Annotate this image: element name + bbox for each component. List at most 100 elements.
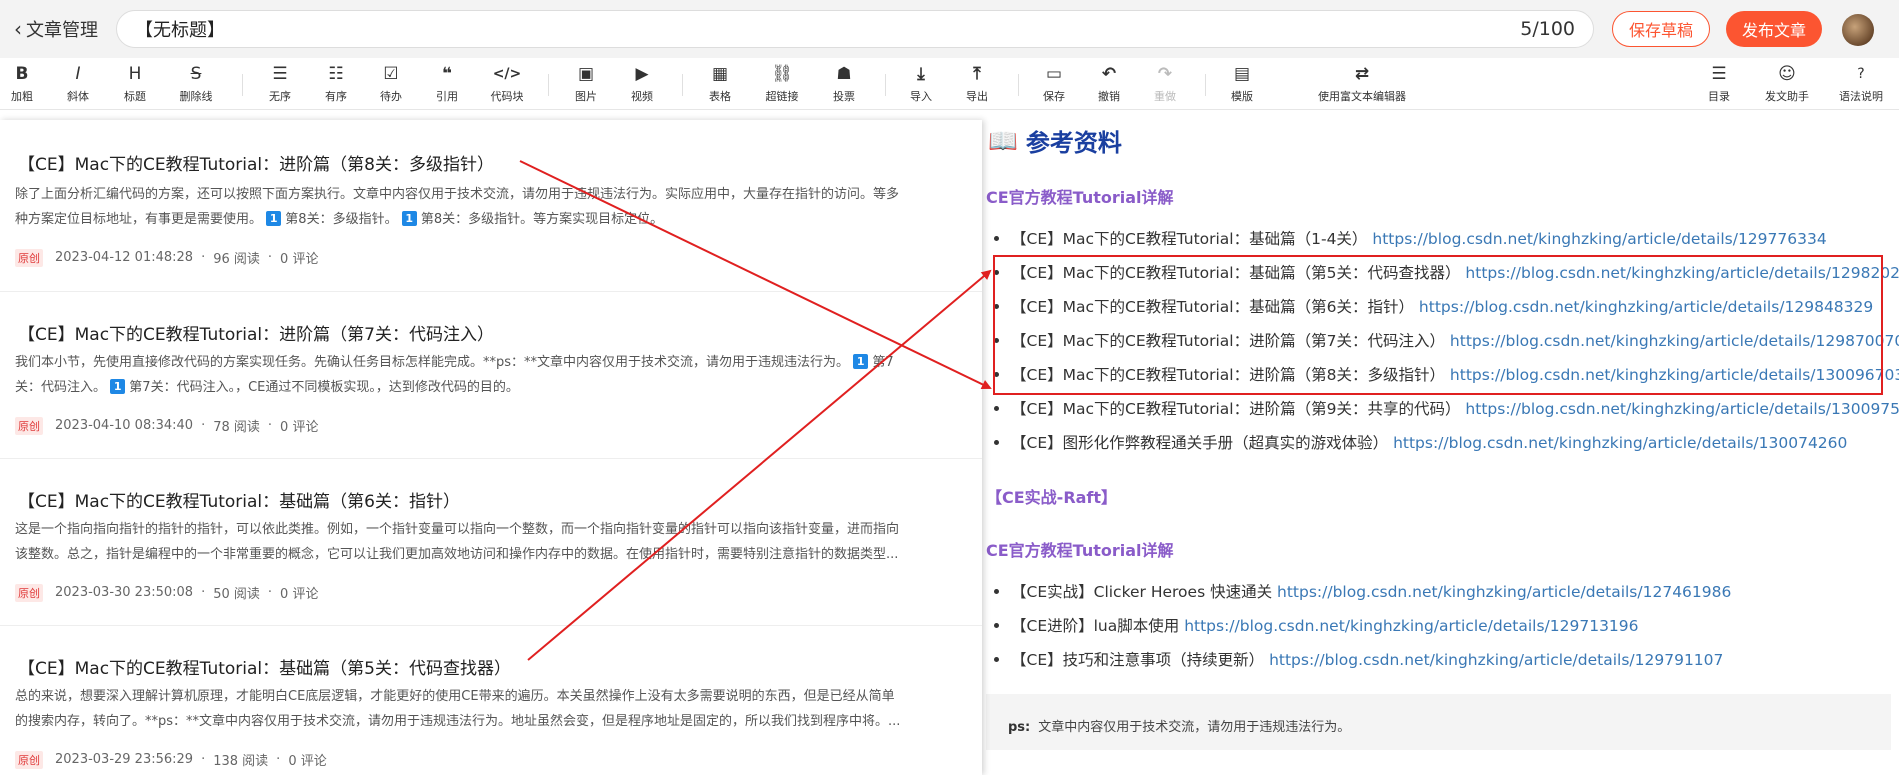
back-to-article-management[interactable]: ‹ 文章管理: [14, 16, 98, 42]
list-item: 【CE】图形化作弊教程通关手册（超真实的游戏体验） https://blog.c…: [994, 431, 1847, 453]
article-title[interactable]: 【CE】Mac下的CE教程Tutorial：进阶篇（第8关：多级指针）: [18, 150, 494, 175]
redo-icon: ↷: [1157, 64, 1173, 84]
export-button[interactable]: ⤒ 导出: [949, 62, 1005, 104]
toolbar-label: 表格: [709, 90, 731, 103]
back-label: 文章管理: [26, 20, 98, 41]
italic-button[interactable]: I 斜体: [50, 62, 106, 104]
reference-link[interactable]: https://blog.csdn.net/kinghzking/article…: [1277, 583, 1731, 601]
references-heading-text: 参考资料: [1025, 129, 1122, 157]
toolbar-label: 导入: [910, 90, 932, 103]
image-icon: ▣: [577, 64, 595, 84]
article-title[interactable]: 【CE】Mac下的CE教程Tutorial：进阶篇（第7关：代码注入）: [18, 320, 494, 345]
todo-list-button[interactable]: ☑ 待办: [363, 62, 419, 104]
article-title-text[interactable]: 【无标题】: [135, 16, 225, 42]
toolbar-label: 加粗: [11, 90, 33, 103]
unordered-list-icon: ☰: [272, 64, 288, 84]
preview-panel: 📖 参考资料 CE官方教程Tutorial详解 【CE】Mac下的CE教程Tut…: [986, 112, 1899, 775]
toolbar-divider: [548, 74, 549, 96]
reference-link[interactable]: https://blog.csdn.net/kinghzking/article…: [1465, 400, 1899, 418]
list-item[interactable]: 【CE】Mac下的CE教程Tutorial：进阶篇（第8关：多级指针） 除了上面…: [0, 120, 982, 292]
unordered-list-button[interactable]: ☰ 无序: [252, 62, 308, 104]
summary-line: 这是一个指向指向指针的指针的指针，可以依此类推。例如，一个指针变量可以指向一个整…: [15, 522, 900, 537]
summary-line: 除了上面分析汇编代码的方案，还可以按照下面方案执行。文章中内容仅用于技术交流，请…: [15, 187, 900, 202]
list-item[interactable]: 【CE】Mac下的CE教程Tutorial：进阶篇（第7关：代码注入） 我们本小…: [0, 292, 982, 459]
article-summary: 我们本小节，先使用直接修改代码的方案实现任务。先确认任务目标怎样能完成。**ps…: [15, 350, 970, 400]
article-date: 2023-03-29 23:56:29: [55, 752, 194, 767]
save-draft-button[interactable]: 保存草稿: [1612, 11, 1710, 47]
article-meta: 原创 2023-04-12 01:48:28 · 96 阅读 · 0 评论: [15, 248, 318, 267]
writing-assistant-button[interactable]: ☺ 发文助手: [1759, 62, 1815, 104]
heading-icon: H: [128, 64, 142, 84]
article-comments: 0 评论: [288, 754, 327, 769]
bold-button[interactable]: B 加粗: [0, 62, 50, 104]
vote-icon: ☗: [836, 64, 852, 84]
import-icon: ⤓: [917, 64, 925, 84]
code-block-button[interactable]: </> 代码块: [479, 62, 535, 104]
avatar[interactable]: [1842, 14, 1874, 46]
article-title[interactable]: 【CE】Mac下的CE教程Tutorial：基础篇（第6关：指针）: [18, 487, 460, 512]
save-button[interactable]: ▭ 保存: [1026, 62, 1082, 104]
image-button[interactable]: ▣ 图片: [558, 62, 614, 104]
section-heading: 【CE实战-Raft】: [986, 488, 1118, 507]
list-item: 【CE】Mac下的CE教程Tutorial：基础篇（1-4关） https://…: [994, 227, 1827, 249]
book-icon: 📖: [988, 126, 1018, 155]
code-block-icon: </>: [492, 66, 522, 82]
toolbar-label: 模版: [1231, 90, 1253, 103]
toolbar-label: 视频: [631, 90, 653, 103]
toolbar-label: 斜体: [67, 90, 89, 103]
reference-link[interactable]: https://blog.csdn.net/kinghzking/article…: [1372, 230, 1826, 248]
list-item[interactable]: 【CE】Mac下的CE教程Tutorial：基础篇（第5关：代码查找器） 总的来…: [0, 626, 982, 775]
chevron-left-icon: ‹: [14, 17, 22, 41]
list-item: 【CE实战】Clicker Heroes 快速通关 https://blog.c…: [994, 580, 1731, 602]
number-badge: 1: [266, 211, 282, 226]
import-button[interactable]: ⤓ 导入: [893, 62, 949, 104]
original-badge: 原创: [15, 416, 43, 435]
switch-rich-text-editor-button[interactable]: ⇄ 使用富文本编辑器: [1307, 62, 1417, 104]
toolbar-label: 保存: [1043, 90, 1065, 103]
video-icon: ▶: [635, 64, 649, 84]
template-button[interactable]: ▤ 模版: [1214, 62, 1270, 104]
article-title[interactable]: 【CE】Mac下的CE教程Tutorial：基础篇（第5关：代码查找器）: [18, 654, 511, 679]
article-comments: 0 评论: [280, 420, 319, 435]
toolbar-label: 撤销: [1098, 90, 1120, 103]
article-reads: 50 阅读: [213, 587, 260, 602]
article-date: 2023-04-12 01:48:28: [55, 250, 194, 265]
publish-article-button[interactable]: 发布文章: [1726, 11, 1822, 47]
toolbar-label: 引用: [436, 90, 458, 103]
syntax-help-button[interactable]: ? 语法说明: [1833, 62, 1889, 104]
quote-button[interactable]: ❝ 引用: [419, 62, 475, 104]
quote-icon: ❝: [442, 64, 452, 84]
reference-link[interactable]: https://blog.csdn.net/kinghzking/article…: [1184, 617, 1638, 635]
list-item[interactable]: 【CE】Mac下的CE教程Tutorial：基础篇（第6关：指针） 这是一个指向…: [0, 459, 982, 626]
undo-button[interactable]: ↶ 撤销: [1081, 62, 1137, 104]
toolbar-label: 投票: [833, 90, 855, 103]
number-badge: 1: [853, 354, 869, 369]
toolbar-divider: [1018, 74, 1019, 96]
article-meta: 原创 2023-04-10 08:34:40 · 78 阅读 · 0 评论: [15, 416, 318, 435]
summary-line: 该整数。总之，指针是编程中的一个非常重要的概念，它可以让我们更加高效地访问和操作…: [15, 547, 899, 562]
vote-button[interactable]: ☗ 投票: [816, 62, 872, 104]
strikethrough-button[interactable]: S 删除线: [168, 62, 224, 104]
video-button[interactable]: ▶ 视频: [614, 62, 670, 104]
toolbar-label: 无序: [269, 90, 291, 103]
toolbar-label: 有序: [325, 90, 347, 103]
toolbar-label: 超链接: [765, 90, 799, 103]
summary-line: 种方案定位目标地址，有事更是需要使用。 1 第8关：多级指针。 1 第8关：多级…: [15, 211, 664, 227]
reference-link[interactable]: https://blog.csdn.net/kinghzking/article…: [1269, 651, 1723, 669]
heading-button[interactable]: H 标题: [107, 62, 163, 104]
strikethrough-icon: S: [190, 64, 202, 84]
table-button[interactable]: ▦ 表格: [692, 62, 748, 104]
link-button[interactable]: ⛓ 超链接: [754, 62, 810, 104]
redo-button[interactable]: ↷ 重做: [1137, 62, 1193, 104]
ordered-list-button[interactable]: ☷ 有序: [308, 62, 364, 104]
reference-link[interactable]: https://blog.csdn.net/kinghzking/article…: [1393, 434, 1847, 452]
toolbar-label: 导出: [966, 90, 988, 103]
article-reads: 78 阅读: [213, 420, 260, 435]
number-badge: 1: [401, 211, 417, 226]
toc-button[interactable]: ☰ 目录: [1691, 62, 1747, 104]
article-title-input[interactable]: 【无标题】 5/100: [116, 10, 1594, 48]
article-summary: 除了上面分析汇编代码的方案，还可以按照下面方案执行。文章中内容仅用于技术交流，请…: [15, 182, 970, 232]
toolbar-label: 使用富文本编辑器: [1318, 90, 1406, 103]
article-summary: 总的来说，想要深入理解计算机原理，才能明白CE底层逻辑，才能更好的使用CE带来的…: [15, 684, 970, 734]
number-badge: 1: [110, 379, 126, 394]
